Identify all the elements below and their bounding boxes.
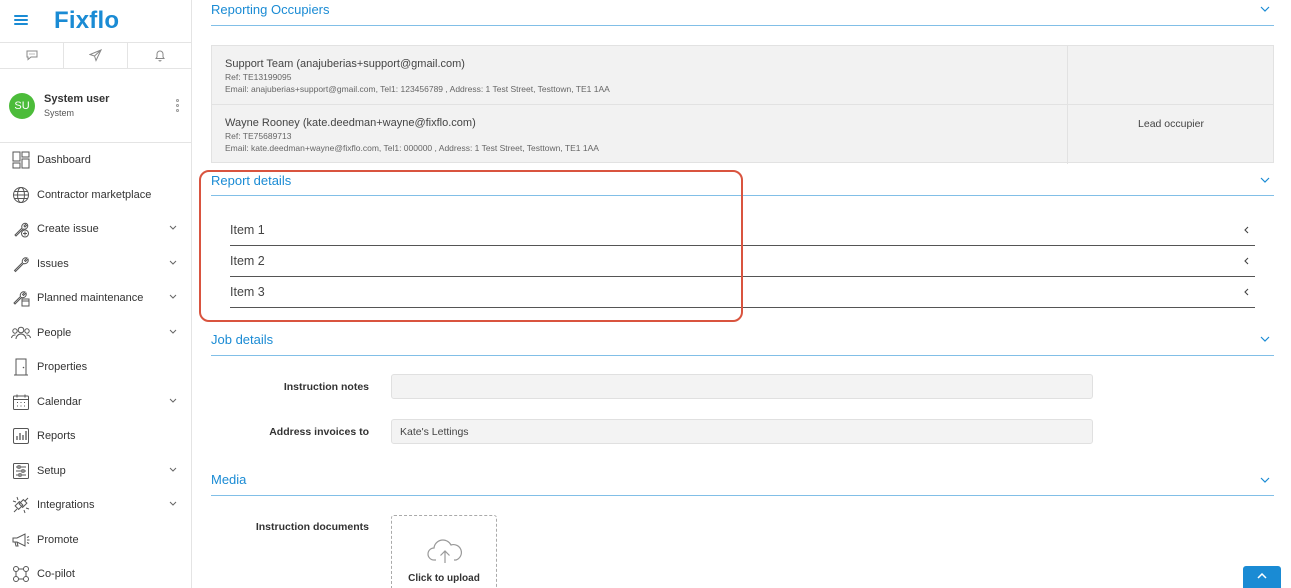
upload-label: Click to upload <box>408 573 480 584</box>
sidebar-nav: Dashboard Contractor marketplace Create … <box>0 143 191 588</box>
send-icon[interactable] <box>64 43 128 68</box>
sidebar-item-label: Properties <box>37 361 88 374</box>
occupier-name: Support Team (anajuberias+support@gmail.… <box>225 58 465 70</box>
instruction-notes-label: Instruction notes <box>283 381 369 393</box>
section-divider <box>211 495 1274 496</box>
avatar: SU <box>9 92 35 119</box>
sliders-icon <box>11 461 31 481</box>
sidebar-item-dashboard[interactable]: Dashboard <box>0 143 191 178</box>
bell-icon[interactable] <box>128 43 191 68</box>
occupier-contact: Email: kate.deedman+wayne@fixflo.com, Te… <box>225 143 599 153</box>
occupier-name: Wayne Rooney (kate.deedman+wayne@fixflo.… <box>225 117 476 129</box>
plug-icon <box>11 495 31 515</box>
sidebar-header: Fixflo <box>0 0 191 42</box>
sidebar-item-label: Create issue <box>37 223 99 236</box>
network-icon <box>11 564 31 584</box>
chevron-down-icon <box>169 225 177 230</box>
chevron-down-icon <box>169 501 177 506</box>
sidebar-item-integrations[interactable]: Integrations <box>0 488 191 523</box>
sidebar-item-label: Setup <box>37 464 66 477</box>
user-role: System <box>44 108 75 118</box>
sidebar-item-label: Integrations <box>37 499 95 512</box>
wrench-plus-icon <box>11 219 31 239</box>
sidebar-item-promote[interactable]: Promote <box>0 523 191 558</box>
chevron-down-icon[interactable] <box>1260 177 1270 183</box>
section-divider <box>211 355 1274 356</box>
upload-dropzone[interactable]: Click to upload <box>391 515 497 588</box>
sidebar-item-label: Planned maintenance <box>37 292 144 305</box>
sidebar-item-properties[interactable]: Properties <box>0 350 191 385</box>
occupier-ref: Ref: TE13199095 <box>225 72 292 82</box>
address-invoices-label: Address invoices to <box>269 426 369 438</box>
calendar-wrench-icon <box>11 288 31 308</box>
sidebar-quick-icons <box>0 42 191 69</box>
chevron-down-icon[interactable] <box>1260 6 1270 12</box>
sidebar-item-planned-maintenance[interactable]: Planned maintenance <box>0 281 191 316</box>
people-icon <box>11 323 31 343</box>
chevron-left-icon <box>1244 288 1249 296</box>
hamburger-menu-icon[interactable] <box>14 15 28 25</box>
section-title-reporting-occupiers[interactable]: Reporting Occupiers <box>211 2 330 17</box>
section-title-media[interactable]: Media <box>211 472 246 487</box>
table-row: Wayne Rooney (kate.deedman+wayne@fixflo.… <box>212 105 1273 164</box>
occupiers-table: Support Team (anajuberias+support@gmail.… <box>211 45 1274 164</box>
kebab-menu-icon[interactable] <box>176 99 179 112</box>
chevron-left-icon <box>1244 257 1249 265</box>
chevron-down-icon[interactable] <box>1260 336 1270 342</box>
column-divider <box>1067 105 1068 164</box>
highlight-box <box>199 170 743 322</box>
section-title-job-details[interactable]: Job details <box>211 332 273 347</box>
chart-icon <box>11 426 31 446</box>
globe-icon <box>11 185 31 205</box>
cloud-upload-icon <box>427 539 462 563</box>
app-root: Fixflo SU System user System Dashboard C… <box>0 0 1291 588</box>
table-row: Support Team (anajuberias+support@gmail.… <box>212 46 1273 105</box>
user-name: System user <box>44 93 110 105</box>
app-logo[interactable]: Fixflo <box>54 7 119 35</box>
sidebar-item-issues[interactable]: Issues <box>0 247 191 282</box>
sidebar-item-calendar[interactable]: Calendar <box>0 385 191 420</box>
sidebar-item-label: Co-pilot <box>37 568 75 581</box>
chat-icon[interactable] <box>0 43 64 68</box>
wrench-icon <box>11 254 31 274</box>
sidebar-item-people[interactable]: People <box>0 316 191 351</box>
sidebar-item-reports[interactable]: Reports <box>0 419 191 454</box>
sidebar-item-label: Reports <box>37 430 76 443</box>
sidebar-item-setup[interactable]: Setup <box>0 454 191 489</box>
instruction-documents-label: Instruction documents <box>255 521 369 533</box>
chevron-down-icon <box>169 294 177 299</box>
user-profile[interactable]: SU System user System <box>0 69 191 143</box>
sidebar-item-label: People <box>37 326 72 339</box>
chevron-down-icon <box>169 329 177 334</box>
sidebar-item-label: Contractor marketplace <box>37 188 152 201</box>
calendar-icon <box>11 392 31 412</box>
sidebar-item-label: Dashboard <box>37 154 91 167</box>
chevron-down-icon[interactable] <box>1260 477 1270 483</box>
door-icon <box>11 357 31 377</box>
sidebar-item-label: Promote <box>37 533 79 546</box>
occupier-status: Lead occupier <box>1138 118 1204 130</box>
chevron-down-icon <box>169 398 177 403</box>
sidebar-item-label: Issues <box>37 257 69 270</box>
chevron-down-icon <box>169 260 177 265</box>
chevron-left-icon <box>1244 226 1249 234</box>
instruction-notes-field[interactable] <box>391 374 1093 399</box>
sidebar-item-create-issue[interactable]: Create issue <box>0 212 191 247</box>
column-divider <box>1067 46 1068 104</box>
occupier-contact: Email: anajuberias+support@gmail.com, Te… <box>225 84 610 94</box>
sidebar-item-label: Calendar <box>37 395 82 408</box>
sidebar: Fixflo SU System user System Dashboard C… <box>0 0 192 588</box>
scroll-to-top-button[interactable] <box>1243 566 1281 588</box>
address-invoices-field[interactable]: Kate's Lettings <box>391 419 1093 444</box>
occupier-ref: Ref: TE75689713 <box>225 131 292 141</box>
chevron-up-icon <box>1257 573 1267 579</box>
sidebar-item-co-pilot[interactable]: Co-pilot <box>0 557 191 588</box>
section-divider <box>211 25 1274 26</box>
megaphone-icon <box>11 530 31 550</box>
chevron-down-icon <box>169 467 177 472</box>
sidebar-item-contractor-marketplace[interactable]: Contractor marketplace <box>0 178 191 213</box>
dashboard-icon <box>11 150 31 170</box>
